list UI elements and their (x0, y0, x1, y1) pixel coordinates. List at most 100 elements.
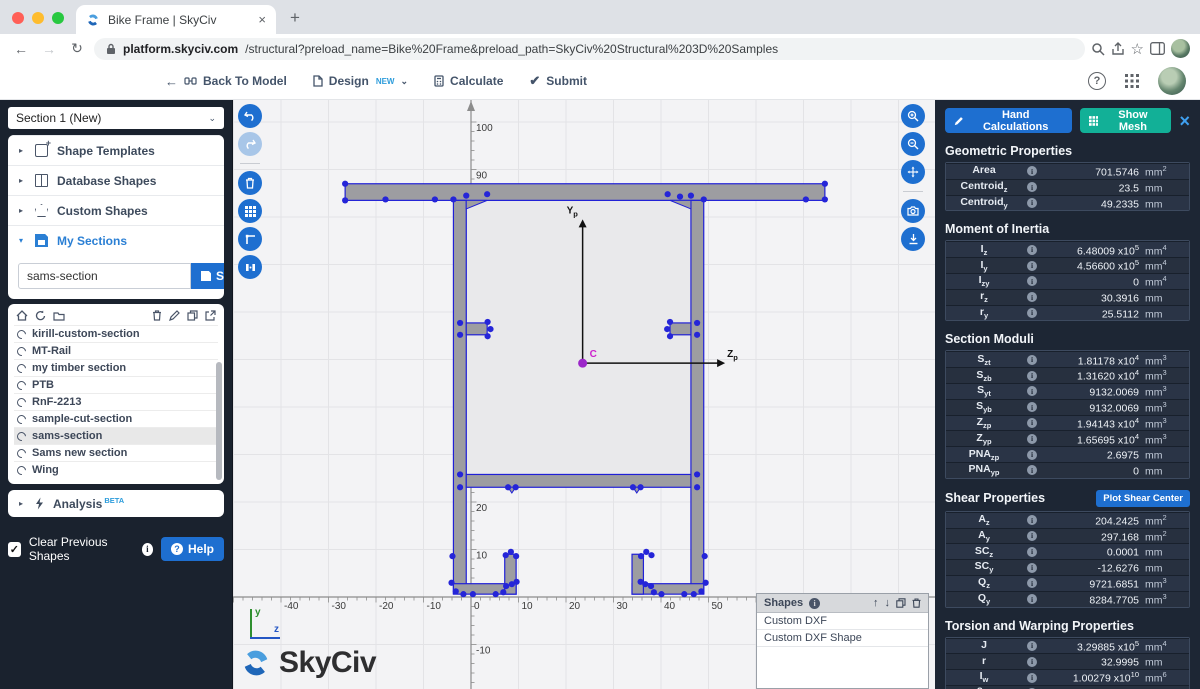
info-icon[interactable]: i (1027, 261, 1037, 271)
info-icon[interactable]: i (809, 598, 820, 609)
move-up-icon[interactable]: ↑ (873, 597, 879, 609)
section-list-item[interactable]: PTB (14, 376, 218, 393)
info-icon[interactable]: i (1027, 563, 1037, 573)
minimize-window-button[interactable] (32, 12, 44, 24)
sidebar-item-analysis[interactable]: ▸ AnalysisBETA (8, 490, 224, 517)
info-icon[interactable]: i (1027, 386, 1037, 396)
close-window-button[interactable] (12, 12, 24, 24)
hand-calculations-button[interactable]: Hand Calculations (945, 108, 1072, 133)
refresh-icon[interactable] (35, 310, 46, 321)
skyciv-logo: SkyCiv (241, 646, 376, 680)
info-icon[interactable]: i (1027, 418, 1037, 428)
list-scrollbar[interactable] (216, 362, 222, 480)
info-icon[interactable]: i (1027, 547, 1037, 557)
info-icon[interactable]: i (1027, 276, 1037, 286)
accordion-row[interactable]: ▸ Custom Shapes (8, 195, 224, 225)
section-list-item[interactable]: kirill-custom-section (14, 325, 218, 342)
calculate-button[interactable]: Calculate (434, 74, 503, 88)
info-icon[interactable]: i (1027, 594, 1037, 604)
accordion-row[interactable]: ▸ Database Shapes (8, 165, 224, 195)
undo-button[interactable] (238, 104, 262, 128)
save-button[interactable]: Save (191, 263, 224, 289)
back-icon[interactable]: ← (10, 41, 32, 57)
shapes-panel-header[interactable]: Shapes i ↑ ↓ (757, 594, 928, 613)
info-icon[interactable]: i (1027, 198, 1037, 208)
info-icon[interactable]: i (142, 543, 153, 556)
pan-button[interactable] (901, 160, 925, 184)
info-icon[interactable]: i (1027, 292, 1037, 302)
duplicate-icon[interactable] (896, 598, 906, 608)
section-name-input[interactable] (18, 263, 191, 289)
apps-grid-icon[interactable] (1124, 73, 1140, 89)
browser-profile-avatar[interactable] (1171, 39, 1190, 58)
redo-button[interactable] (238, 132, 262, 156)
bookmark-star-icon[interactable]: ☆ (1131, 40, 1144, 58)
sidebar-item-my-sections[interactable]: ▾ My Sections (8, 225, 224, 255)
section-list-item[interactable]: MT-Rail (14, 342, 218, 359)
info-icon[interactable]: i (1027, 515, 1037, 525)
section-list-item[interactable]: Sams new section (14, 444, 218, 461)
user-avatar[interactable] (1158, 67, 1186, 95)
side-panel-icon[interactable] (1150, 42, 1165, 55)
mesh-grid-button[interactable] (238, 199, 262, 223)
info-icon[interactable]: i (1027, 465, 1037, 475)
delete-icon[interactable] (152, 310, 162, 321)
copy-icon[interactable] (187, 310, 198, 321)
info-icon[interactable]: i (1027, 245, 1037, 255)
section-list-item[interactable]: Wing (14, 461, 218, 478)
help-icon[interactable]: ? (1088, 72, 1106, 90)
forward-icon[interactable]: → (38, 41, 60, 57)
design-menu[interactable]: DesignNEW ⌄ (313, 74, 408, 88)
home-icon[interactable] (16, 310, 28, 321)
info-icon[interactable]: i (1027, 450, 1037, 460)
tab-close-icon[interactable]: × (258, 12, 266, 27)
zoom-out-button[interactable] (901, 132, 925, 156)
info-icon[interactable]: i (1027, 578, 1037, 588)
info-icon[interactable]: i (1027, 355, 1037, 365)
dimension-corner-button[interactable] (238, 227, 262, 251)
address-input[interactable]: platform.skyciv.com/structural?preload_n… (94, 38, 1085, 60)
search-icon[interactable] (1091, 42, 1105, 56)
info-icon[interactable]: i (1027, 531, 1037, 541)
info-icon[interactable]: i (1027, 166, 1037, 176)
delete-shape-button[interactable] (238, 171, 262, 195)
share-icon[interactable] (1111, 42, 1125, 56)
move-down-icon[interactable]: ↓ (885, 597, 891, 609)
folder-icon[interactable] (53, 311, 65, 321)
submit-button[interactable]: ✔ Submit (529, 73, 587, 89)
section-list-item[interactable]: RnF-2213 (14, 393, 218, 410)
delete-icon[interactable] (912, 598, 921, 608)
help-button[interactable]: ? Help (161, 537, 224, 561)
section-list-item[interactable]: my timber section (14, 359, 218, 376)
download-button[interactable] (901, 227, 925, 251)
open-external-icon[interactable] (205, 310, 216, 321)
browser-tab[interactable]: Bike Frame | SkyCiv × (76, 5, 276, 34)
shape-list-item[interactable]: Custom DXF Shape (757, 630, 928, 647)
info-icon[interactable]: i (1027, 402, 1037, 412)
info-icon[interactable]: i (1027, 641, 1037, 651)
info-icon[interactable]: i (1027, 434, 1037, 444)
info-icon[interactable]: i (1027, 308, 1037, 318)
section-list-item[interactable]: sams-section (14, 427, 218, 444)
edit-pencil-icon[interactable] (169, 310, 180, 321)
show-mesh-button[interactable]: Show Mesh (1080, 108, 1172, 133)
clear-previous-shapes-checkbox[interactable]: ✓ (8, 542, 21, 557)
maximize-window-button[interactable] (52, 12, 64, 24)
info-icon[interactable]: i (1027, 371, 1037, 381)
screenshot-camera-button[interactable] (901, 199, 925, 223)
accordion-row[interactable]: ▸ Shape Templates (8, 135, 224, 165)
shape-list-item[interactable]: Custom DXF (757, 613, 928, 630)
info-icon[interactable]: i (1027, 657, 1037, 667)
section-selector[interactable]: Section 1 (New) ⌄ (8, 107, 224, 129)
info-icon[interactable]: i (1027, 182, 1037, 192)
back-to-model-button[interactable]: ← Back To Model (165, 74, 287, 89)
mirror-offset-button[interactable] (238, 255, 262, 279)
plot-shear-center-button[interactable]: Plot Shear Center (1096, 490, 1190, 507)
zoom-in-button[interactable] (901, 104, 925, 128)
info-icon[interactable]: i (1027, 673, 1037, 683)
section-list-item[interactable]: sample-cut-section (14, 410, 218, 427)
reload-icon[interactable]: ↻ (66, 40, 88, 57)
section-shape[interactable] (345, 184, 825, 594)
new-tab-button[interactable]: + (276, 8, 314, 34)
close-panel-icon[interactable]: × (1179, 112, 1190, 130)
